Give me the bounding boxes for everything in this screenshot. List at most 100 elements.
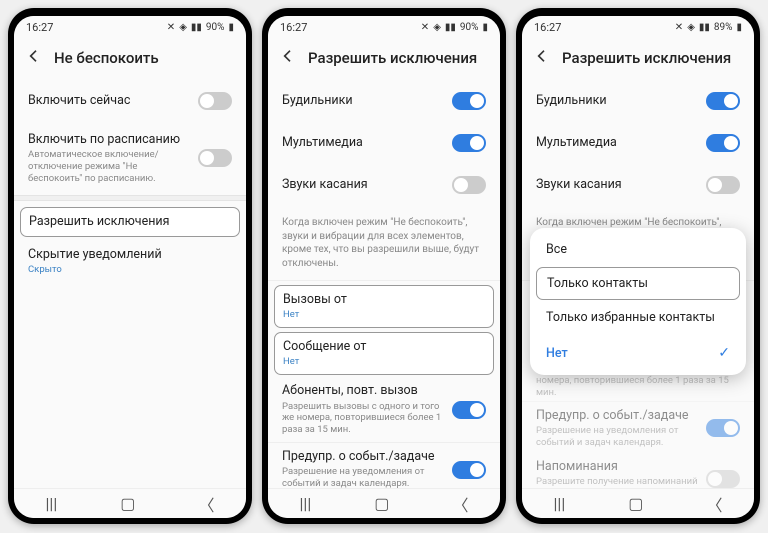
- toggle-reminders: [706, 470, 740, 488]
- nav-home-icon[interactable]: ▢: [120, 494, 135, 513]
- row-allow-exceptions[interactable]: Разрешить исключения: [20, 207, 240, 237]
- row-messages-from[interactable]: Сообщение от Нет: [274, 332, 494, 375]
- phone-3: 16:27 ✕ ◈ ▮▮ 89% ▮ Разрешить исключения …: [516, 8, 760, 524]
- row-media[interactable]: Мультимедиа: [522, 122, 754, 164]
- back-icon[interactable]: [534, 48, 550, 68]
- signal-icon: ▮▮: [445, 22, 456, 33]
- page-title: Разрешить исключения: [562, 49, 731, 67]
- label: Звуки касания: [282, 177, 444, 193]
- header: Разрешить исключения: [268, 38, 500, 80]
- wifi-icon: ◈: [687, 22, 695, 33]
- page-title: Не беспокоить: [54, 49, 159, 67]
- screen: 16:27 ✕ ◈ ▮▮ 89% ▮ Разрешить исключения …: [522, 16, 754, 518]
- toggle-enable-now[interactable]: [198, 92, 232, 110]
- sublabel: Нет: [283, 356, 485, 368]
- row-touch-sounds[interactable]: Звуки касания: [522, 164, 754, 206]
- status-time: 16:27: [26, 21, 53, 34]
- label: Вызовы от: [283, 292, 485, 308]
- status-bar: 16:27 ✕ ◈ ▮▮ 90% ▮: [268, 16, 500, 38]
- label: Будильники: [282, 93, 444, 109]
- nav-bar: ||| ▢ 〈: [268, 488, 500, 518]
- nav-bar: ||| ▢ 〈: [14, 488, 246, 518]
- toggle-alarms[interactable]: [706, 92, 740, 110]
- toggle-schedule[interactable]: [198, 149, 232, 167]
- nav-home-icon[interactable]: ▢: [374, 494, 389, 513]
- row-event-alerts[interactable]: Предупр. о событ./задаче Разрешение на у…: [268, 443, 500, 488]
- nav-home-icon[interactable]: ▢: [628, 494, 643, 513]
- phone-2: 16:27 ✕ ◈ ▮▮ 90% ▮ Разрешить исключения …: [262, 8, 506, 524]
- label: Мультимедиа: [282, 135, 444, 151]
- row-event-alerts: Предупр. о событ./задаче Разрешение на у…: [522, 402, 754, 455]
- row-hide-notifications[interactable]: Скрытие уведомлений Скрыто: [14, 239, 246, 286]
- header: Разрешить исключения: [522, 38, 754, 80]
- row-media[interactable]: Мультимедиа: [268, 122, 500, 164]
- nav-recents-icon[interactable]: |||: [300, 494, 312, 513]
- label: Скрытие уведомлений: [28, 247, 224, 263]
- toggle-media[interactable]: [706, 134, 740, 152]
- status-bar: 16:27 ✕ ◈ ▮▮ 90% ▮: [14, 16, 246, 38]
- wifi-icon: ◈: [433, 22, 441, 33]
- battery-text: 90%: [460, 22, 479, 33]
- sublabel: Разрешить вызовы с одного и того же номе…: [282, 401, 444, 437]
- content: Включить сейчас Включить по расписанию А…: [14, 80, 246, 488]
- sublabel: Разрешение на уведомления от событий и з…: [282, 466, 444, 488]
- battery-text: 89%: [714, 22, 733, 33]
- content: Будильники Мультимедиа Звуки касания Ког…: [522, 80, 754, 488]
- status-time: 16:27: [534, 21, 561, 34]
- toggle-alarms[interactable]: [452, 92, 486, 110]
- signal-icon: ▮▮: [191, 22, 202, 33]
- label: Абоненты, повт. вызов: [282, 383, 444, 399]
- sublabel: номера, повторившиеся более 1 раза за 15…: [536, 375, 740, 399]
- status-time: 16:27: [280, 21, 307, 34]
- status-bar: 16:27 ✕ ◈ ▮▮ 89% ▮: [522, 16, 754, 38]
- row-repeat-callers[interactable]: Абоненты, повт. вызов Разрешить вызовы с…: [268, 377, 500, 442]
- toggle-media[interactable]: [452, 134, 486, 152]
- label: Предупр. о событ./задаче: [282, 449, 444, 465]
- toggle-touch[interactable]: [706, 176, 740, 194]
- row-alarms[interactable]: Будильники: [268, 80, 500, 122]
- row-touch-sounds[interactable]: Звуки касания: [268, 164, 500, 206]
- mute-icon: ✕: [421, 22, 429, 33]
- sublabel: Скрыто: [28, 264, 224, 276]
- wifi-icon: ◈: [179, 22, 187, 33]
- divider: [268, 280, 500, 281]
- label: Будильники: [536, 93, 698, 109]
- nav-recents-icon[interactable]: |||: [46, 494, 58, 513]
- label: Включить сейчас: [28, 93, 190, 109]
- screen: 16:27 ✕ ◈ ▮▮ 90% ▮ Не беспокоить Включит…: [14, 16, 246, 518]
- row-repeat-partial: номера, повторившиеся более 1 раза за 15…: [522, 281, 754, 401]
- screen: 16:27 ✕ ◈ ▮▮ 90% ▮ Разрешить исключения …: [268, 16, 500, 518]
- back-icon[interactable]: [280, 48, 296, 68]
- page-title: Разрешить исключения: [308, 49, 477, 67]
- toggle-repeat[interactable]: [452, 401, 486, 419]
- battery-text: 90%: [206, 22, 225, 33]
- description-text: Когда включен режим "Не беспокоить", зву…: [268, 206, 500, 280]
- toggle-touch[interactable]: [452, 176, 486, 194]
- nav-back-icon[interactable]: 〈: [452, 492, 468, 516]
- nav-bar: ||| ▢ 〈: [522, 488, 754, 518]
- label: Разрешить исключения: [29, 214, 231, 230]
- nav-back-icon[interactable]: 〈: [706, 492, 722, 516]
- row-schedule[interactable]: Включить по расписанию Автоматическое вк…: [14, 122, 246, 195]
- label: Мультимедиа: [536, 135, 698, 151]
- nav-recents-icon[interactable]: |||: [554, 494, 566, 513]
- battery-icon: ▮: [736, 22, 742, 33]
- status-icons: ✕ ◈ ▮▮ 90% ▮: [421, 22, 488, 33]
- label: Напоминания: [536, 459, 698, 475]
- back-icon[interactable]: [26, 48, 42, 68]
- toggle-events[interactable]: [452, 461, 486, 479]
- row-enable-now[interactable]: Включить сейчас: [14, 80, 246, 122]
- row-alarms[interactable]: Будильники: [522, 80, 754, 122]
- sublabel: Разрешите получение напоминаний от: [536, 476, 698, 488]
- sublabel: Разрешение на уведомления от событий и з…: [536, 425, 698, 449]
- content: Будильники Мультимедиа Звуки касания Ког…: [268, 80, 500, 488]
- row-reminders: Напоминания Разрешите получение напомина…: [522, 455, 754, 488]
- toggle-events: [706, 419, 740, 437]
- label: Сообщение от: [283, 339, 485, 355]
- row-calls-from[interactable]: Вызовы от Нет: [274, 285, 494, 328]
- battery-icon: ▮: [228, 22, 234, 33]
- section-divider: [14, 195, 246, 201]
- sublabel: Автоматическое включение/отключение режи…: [28, 149, 190, 185]
- nav-back-icon[interactable]: 〈: [198, 492, 214, 516]
- label: Включить по расписанию: [28, 132, 190, 148]
